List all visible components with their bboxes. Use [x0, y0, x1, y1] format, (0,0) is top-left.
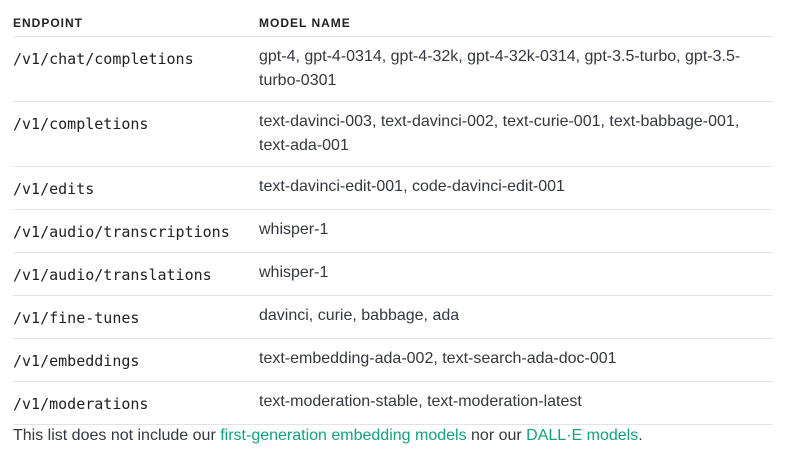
endpoint-cell: /v1/fine-tunes: [13, 295, 259, 339]
footnote-middle: nor our: [466, 427, 527, 444]
dalle-models-link[interactable]: DALL·E models: [526, 427, 638, 444]
model-name-cell: text-davinci-edit-001, code-davinci-edit…: [259, 166, 773, 210]
model-name-cell: gpt-4, gpt-4-0314, gpt-4-32k, gpt-4-32k-…: [259, 36, 773, 102]
endpoint-cell: /v1/chat/completions: [13, 36, 259, 102]
endpoint-cell: /v1/audio/translations: [13, 252, 259, 296]
model-name-cell: whisper-1: [259, 252, 773, 296]
endpoint-cell: /v1/audio/transcriptions: [13, 209, 259, 253]
table-row: /v1/completions text-davinci-003, text-d…: [13, 101, 773, 167]
endpoint-cell: /v1/moderations: [13, 381, 259, 425]
table-row: /v1/edits text-davinci-edit-001, code-da…: [13, 166, 773, 210]
footnote-prefix: This list does not include our: [13, 427, 221, 444]
model-name-cell: text-moderation-stable, text-moderation-…: [259, 381, 773, 425]
model-endpoint-table: ENDPOINT MODEL NAME /v1/chat/completions…: [13, 0, 773, 425]
model-name-cell: text-davinci-003, text-davinci-002, text…: [259, 101, 773, 167]
header-model-name: MODEL NAME: [259, 0, 773, 37]
endpoint-cell: /v1/edits: [13, 166, 259, 210]
table-row: /v1/fine-tunes davinci, curie, babbage, …: [13, 295, 773, 339]
table-row: /v1/audio/translations whisper-1: [13, 252, 773, 296]
header-endpoint: ENDPOINT: [13, 0, 259, 37]
table-row: /v1/chat/completions gpt-4, gpt-4-0314, …: [13, 36, 773, 102]
table-header-row: ENDPOINT MODEL NAME: [13, 0, 773, 37]
footnote: This list does not include our first-gen…: [13, 424, 643, 448]
table-row: /v1/audio/transcriptions whisper-1: [13, 209, 773, 253]
model-name-cell: davinci, curie, babbage, ada: [259, 295, 773, 339]
table-row: /v1/moderations text-moderation-stable, …: [13, 381, 773, 425]
table-row: /v1/embeddings text-embedding-ada-002, t…: [13, 338, 773, 382]
endpoint-cell: /v1/embeddings: [13, 338, 259, 382]
model-name-cell: whisper-1: [259, 209, 773, 253]
model-name-cell: text-embedding-ada-002, text-search-ada-…: [259, 338, 773, 382]
first-generation-embedding-models-link[interactable]: first-generation embedding models: [220, 427, 466, 444]
endpoint-cell: /v1/completions: [13, 101, 259, 167]
footnote-suffix: .: [638, 427, 643, 444]
model-endpoint-table-container: ENDPOINT MODEL NAME /v1/chat/completions…: [13, 0, 773, 425]
